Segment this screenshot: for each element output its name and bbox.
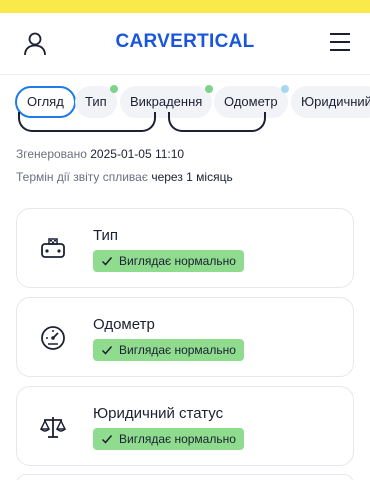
expiry-label: Термін дії звіту спливає: [16, 170, 148, 184]
report-generated-line: Згенеровано 2025-01-05 11:10: [16, 147, 184, 161]
report-expiry-line: Термін дії звіту спливає через 1 місяць: [16, 170, 233, 184]
tab-label: Юридичний: [301, 94, 370, 109]
scrolled-button-edge[interactable]: [168, 112, 266, 132]
status-badge-label: Виглядає нормально: [119, 343, 236, 357]
status-badge: Виглядає нормально: [93, 428, 244, 450]
generated-value: 2025-01-05 11:10: [90, 147, 185, 161]
app-header: CARVERTICAL: [0, 13, 370, 75]
status-badge-label: Виглядає нормально: [119, 432, 236, 446]
check-card-partial[interactable]: [16, 474, 354, 480]
scales-icon: [39, 417, 67, 438]
tab-label: Огляд: [27, 94, 64, 109]
checkmark-icon: [101, 257, 113, 266]
checkmark-icon: [101, 346, 113, 355]
expiry-value: через 1 місяць: [151, 170, 233, 184]
status-dot: [109, 85, 118, 93]
status-badge-label: Виглядає нормально: [119, 254, 236, 268]
tab-label: Викрадення: [130, 94, 203, 109]
speedometer-icon: [41, 326, 65, 350]
status-badge: Виглядає нормально: [93, 250, 244, 272]
status-dot: [280, 85, 289, 93]
check-card-type[interactable]: Тип Виглядає нормально: [16, 208, 354, 288]
scrolled-button-edge[interactable]: [18, 112, 156, 132]
check-card-odometer[interactable]: Одометр Виглядає нормально: [16, 297, 354, 377]
carvertical-logo[interactable]: CARVERTICAL: [0, 31, 370, 53]
hamburger-menu-icon: [330, 33, 350, 35]
top-banner-strip: [0, 0, 370, 13]
status-dot: [205, 85, 214, 93]
tab-legal[interactable]: Юридичний: [291, 86, 370, 118]
taxi-icon: [41, 238, 65, 258]
tab-label: Тип: [85, 94, 107, 109]
card-title: Одометр: [93, 316, 155, 333]
hamburger-menu-button[interactable]: [330, 33, 352, 53]
card-title: Юридичний статус: [93, 405, 224, 422]
check-card-legal-status[interactable]: Юридичний статус Виглядає нормально: [16, 386, 354, 466]
card-title: Тип: [93, 227, 119, 244]
status-badge: Виглядає нормально: [93, 339, 244, 361]
tab-label: Одометр: [224, 94, 278, 109]
checkmark-icon: [101, 435, 113, 444]
generated-label: Згенеровано: [16, 147, 87, 161]
